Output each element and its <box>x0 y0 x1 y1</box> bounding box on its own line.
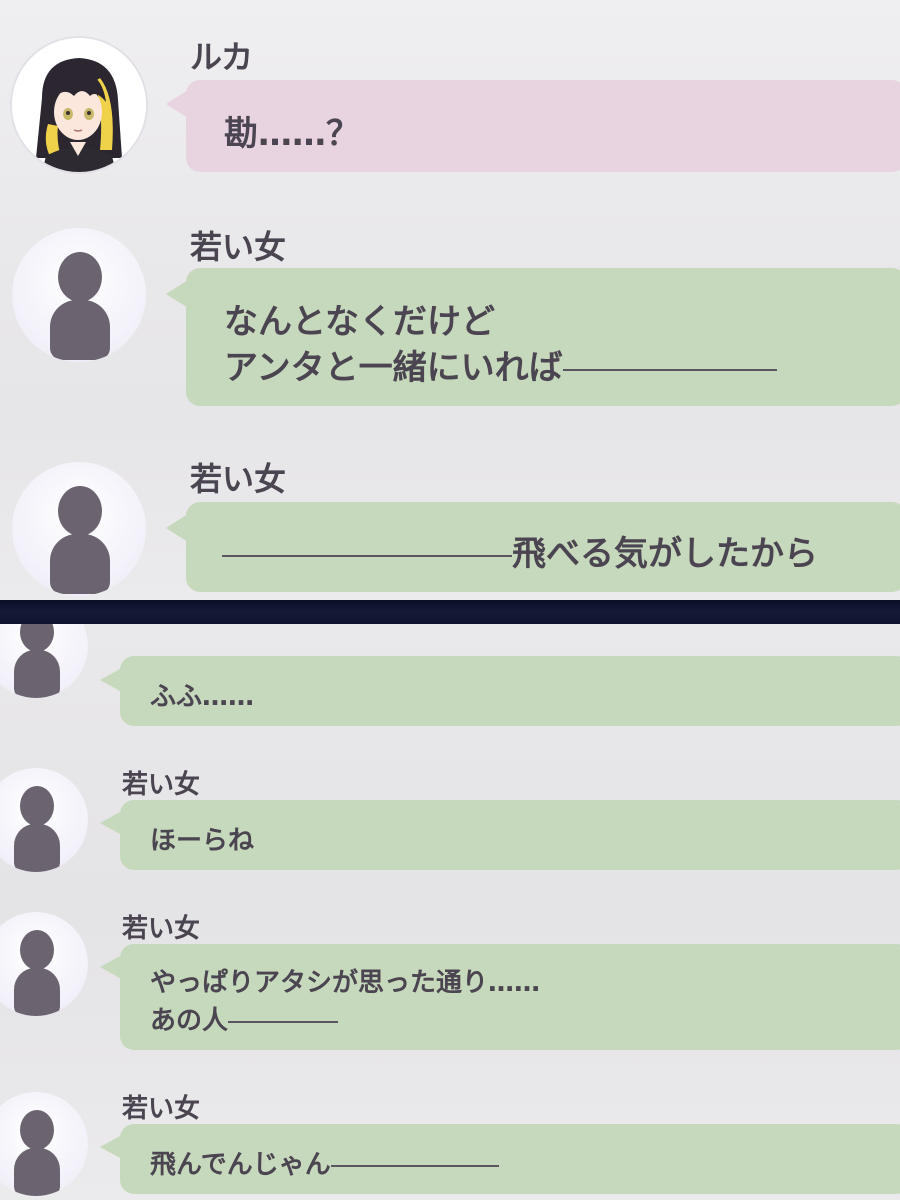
message-text: ほーらね <box>150 826 255 856</box>
bubble-tail <box>100 669 120 691</box>
message-text: あの人 <box>150 1006 229 1036</box>
dash-line <box>228 1020 339 1023</box>
message-text-line-2: アンタと一緒にいれば <box>224 340 777 389</box>
silhouette-avatar <box>0 912 88 1016</box>
message-bubble: 飛べる気がしたから <box>186 502 900 592</box>
silhouette-avatar <box>0 624 88 698</box>
speaker-name: 若い女 <box>190 228 287 266</box>
message-text: 勘……？ <box>224 114 360 154</box>
message-text: アンタと一緒にいれば <box>224 348 563 388</box>
message-bubble: 飛んでんじゃん <box>120 1124 900 1194</box>
panel-divider <box>0 600 900 624</box>
message-text: やっぱりアタシが思った通り…… <box>150 968 541 998</box>
bubble-tail <box>166 90 188 118</box>
bubble-tail <box>166 514 188 542</box>
speaker-name: 若い女 <box>122 914 201 944</box>
message-text-line: 飛べる気がしたから <box>222 526 818 575</box>
silhouette-avatar <box>12 228 146 362</box>
bubble-tail <box>100 956 120 978</box>
bubble-tail <box>100 812 120 834</box>
message-text: なんとなくだけど <box>224 302 495 342</box>
speaker-name: ルカ <box>190 38 254 76</box>
message-text-line-2: あの人 <box>150 1000 339 1037</box>
message-bubble: 勘……？ <box>186 80 900 172</box>
message-text: ふふ…… <box>150 682 255 712</box>
message-text: 飛んでんじゃん <box>150 1150 331 1180</box>
message-bubble: ほーらね <box>120 800 900 870</box>
message-bubble: やっぱりアタシが思った通り…… あの人 <box>120 944 900 1050</box>
bubble-tail <box>166 280 188 308</box>
dash-line <box>330 1164 499 1167</box>
message-bubble: ふふ…… <box>120 656 900 726</box>
dash-line <box>562 368 777 371</box>
chat-panel-top: ルカ 勘……？ 若い女 なんとなくだけど アンタと一緒にいれば 若い女 飛べる気… <box>0 0 900 600</box>
bubble-tail <box>100 1136 120 1158</box>
speaker-name: 若い女 <box>122 770 201 800</box>
silhouette-avatar <box>0 1092 88 1196</box>
silhouette-avatar <box>0 768 88 872</box>
dash-line <box>222 554 512 557</box>
ruka-portrait-icon <box>12 38 146 172</box>
silhouette-avatar <box>12 462 146 596</box>
message-text-line: 飛んでんじゃん <box>150 1144 499 1181</box>
message-bubble: なんとなくだけど アンタと一緒にいれば <box>186 268 900 406</box>
ruka-avatar <box>12 38 146 172</box>
chat-panel-bottom: ふふ…… 若い女 ほーらね 若い女 やっぱりアタシが思った通り…… あの人 若い… <box>0 624 900 1200</box>
speaker-name: 若い女 <box>190 460 287 498</box>
speaker-name: 若い女 <box>122 1094 201 1124</box>
message-text: 飛べる気がしたから <box>512 534 818 574</box>
